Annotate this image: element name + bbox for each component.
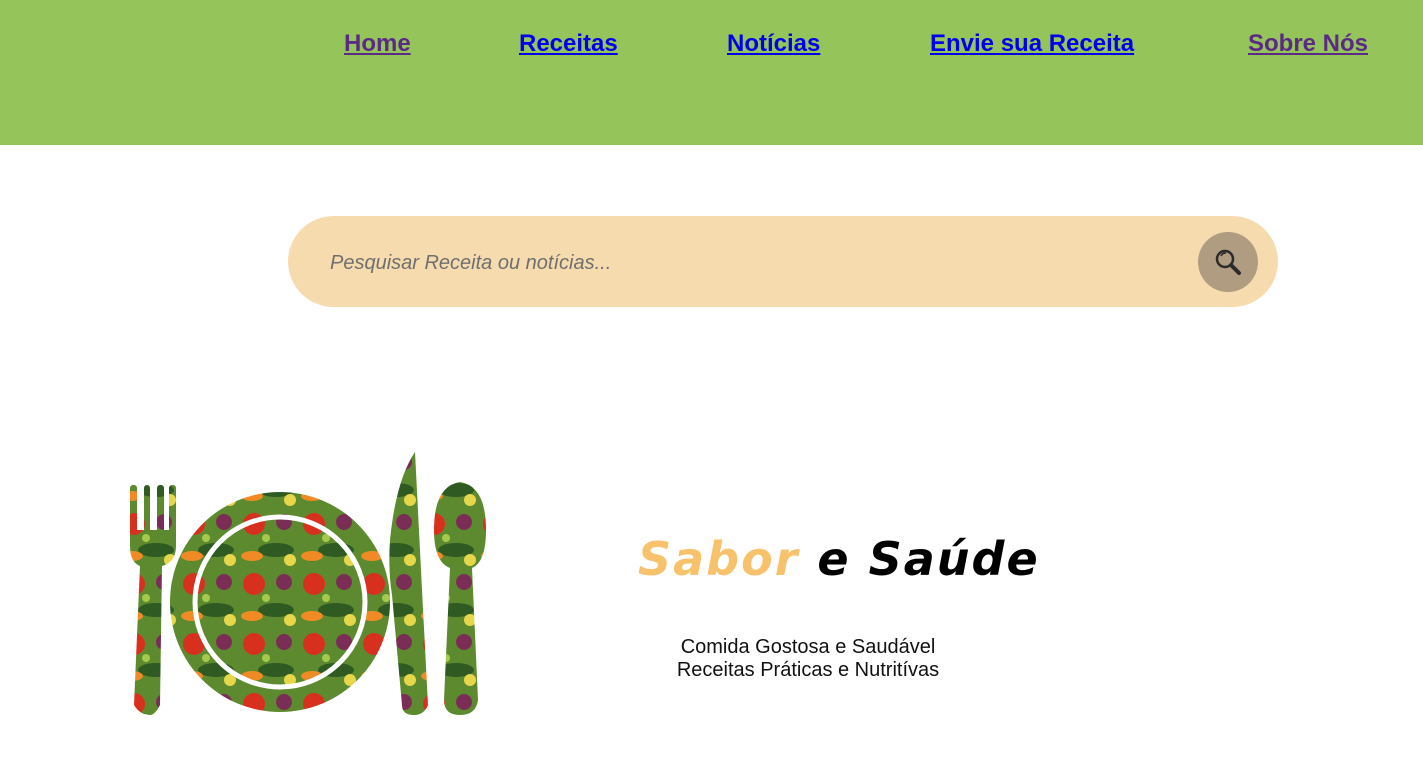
spoon-shape: [434, 482, 486, 715]
brand-title: Sabor e Saúde: [638, 532, 1040, 586]
fork-shape: [130, 485, 176, 715]
tagline-line-1: Comida Gostosa e Saudável: [680, 636, 936, 658]
brand-word-saude: e Saúde: [817, 532, 1040, 586]
search-icon: [1215, 249, 1241, 275]
nav-link-envie-receita[interactable]: Envie sua Receita: [930, 30, 1134, 58]
header-bar: Home Receitas Notícias Envie sua Receita…: [0, 0, 1423, 145]
knife-shape: [389, 452, 428, 715]
search-bar: [288, 216, 1278, 307]
tagline: Comida Gostosa e Saudável Receitas Práti…: [640, 636, 976, 682]
search-button[interactable]: [1198, 232, 1258, 292]
plate-cutlery-vegetables-logo: [120, 450, 500, 720]
nav-link-home[interactable]: Home: [344, 30, 411, 58]
nav-link-noticias[interactable]: Notícias: [727, 30, 820, 58]
tagline-line-2: Receitas Práticas e Nutritívas: [676, 659, 940, 681]
nav-link-receitas[interactable]: Receitas: [519, 30, 618, 58]
brand-word-sabor: Sabor: [638, 532, 800, 586]
nav-link-sobre-nos[interactable]: Sobre Nós: [1248, 30, 1368, 58]
search-input[interactable]: [328, 242, 1152, 284]
